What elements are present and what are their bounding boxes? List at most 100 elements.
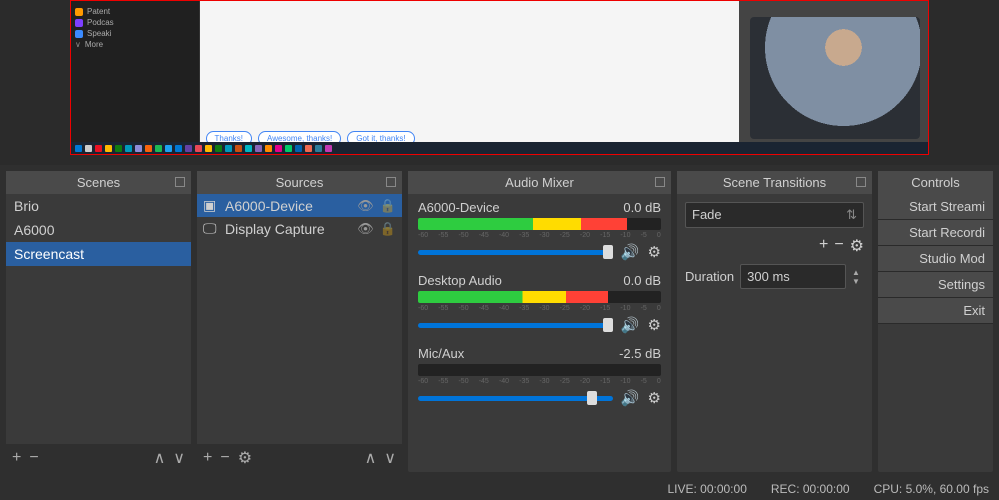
control-button[interactable]: Exit xyxy=(878,298,993,324)
source-settings-button[interactable]: ⚙ xyxy=(238,448,252,468)
duration-spinner[interactable]: ▲▼ xyxy=(852,268,864,286)
mixer-list: A6000-Device0.0 dB -60-55-50-45-40-35-30… xyxy=(408,194,671,472)
taskbar-icon xyxy=(195,145,202,152)
source-item[interactable]: ▣A6000-Device👁🔒 xyxy=(197,194,402,217)
sources-panel: Sources ▣A6000-Device👁🔒🖵Display Capture👁… xyxy=(197,171,402,472)
control-button[interactable]: Settings xyxy=(878,272,993,298)
channel-settings-button[interactable]: ⚙ xyxy=(648,389,661,407)
taskbar-icon xyxy=(175,145,182,152)
taskbar-icon xyxy=(125,145,132,152)
add-source-button[interactable]: + xyxy=(203,449,212,467)
popout-icon[interactable] xyxy=(175,177,185,187)
taskbar-icon xyxy=(235,145,242,152)
scenes-panel: Scenes BrioA6000Screencast + − ∧ ∨ xyxy=(6,171,191,472)
taskbar-icon xyxy=(185,145,192,152)
volume-slider[interactable] xyxy=(418,396,613,401)
scene-item[interactable]: Brio xyxy=(6,194,191,218)
taskbar-icon xyxy=(145,145,152,152)
status-rec: REC: 00:00:00 xyxy=(771,482,850,496)
sources-footer: + − ⚙ ∧ ∨ xyxy=(197,444,402,472)
transition-settings-button[interactable]: ⚙ xyxy=(850,236,864,256)
taskbar-icon xyxy=(225,145,232,152)
controls-header: Controls xyxy=(878,171,993,194)
preview-webcam-pip xyxy=(739,1,928,154)
duration-label: Duration xyxy=(685,269,734,284)
dock-area: Scenes BrioA6000Screencast + − ∧ ∨ Sourc… xyxy=(0,165,999,478)
taskbar-icon xyxy=(275,145,282,152)
lock-toggle[interactable]: 🔒 xyxy=(380,221,396,237)
channel-name: A6000-Device xyxy=(418,200,500,215)
preview-email-pane: Thanks!Awesome, thanks!Got it, thanks! xyxy=(200,1,740,154)
taskbar-icon xyxy=(265,145,272,152)
lock-toggle[interactable]: 🔒 xyxy=(380,198,396,214)
status-bar: LIVE: 00:00:00 REC: 00:00:00 CPU: 5.0%, … xyxy=(0,478,999,500)
status-live: LIVE: 00:00:00 xyxy=(667,482,746,496)
mixer-header: Audio Mixer xyxy=(408,171,671,194)
level-meter xyxy=(418,291,661,303)
channel-settings-button[interactable]: ⚙ xyxy=(648,316,661,334)
popout-icon[interactable] xyxy=(856,177,866,187)
sources-header: Sources xyxy=(197,171,402,194)
mute-button[interactable]: 🔊 xyxy=(621,389,640,407)
taskbar-icon xyxy=(85,145,92,152)
volume-slider[interactable] xyxy=(418,250,613,255)
taskbar-icon xyxy=(95,145,102,152)
scene-item[interactable]: Screencast xyxy=(6,242,191,266)
mixer-channel: Mic/Aux-2.5 dB -60-55-50-45-40-35-30-25-… xyxy=(408,340,671,413)
taskbar-icon xyxy=(155,145,162,152)
control-button[interactable]: Studio Mod xyxy=(878,246,993,272)
control-button[interactable]: Start Recordi xyxy=(878,220,993,246)
taskbar-icon xyxy=(315,145,322,152)
transitions-panel: Scene Transitions Fade⇅ + − ⚙ Duration 3… xyxy=(677,171,872,472)
sidebar-item: Podcas xyxy=(75,18,195,27)
taskbar-icon xyxy=(295,145,302,152)
source-down-button[interactable]: ∨ xyxy=(384,448,396,468)
scenes-list: BrioA6000Screencast xyxy=(6,194,191,444)
sidebar-item: Patent xyxy=(75,7,195,16)
popout-icon[interactable] xyxy=(655,177,665,187)
popout-icon[interactable] xyxy=(386,177,396,187)
taskbar-icon xyxy=(325,145,332,152)
scenes-footer: + − ∧ ∨ xyxy=(6,444,191,472)
preview-area: PatentPodcasSpeaki ∨ More Thanks!Awesome… xyxy=(0,0,999,165)
scene-down-button[interactable]: ∨ xyxy=(173,448,185,468)
source-item[interactable]: 🖵Display Capture👁🔒 xyxy=(197,217,402,240)
add-transition-button[interactable]: + xyxy=(819,236,828,256)
mixer-channel: Desktop Audio0.0 dB -60-55-50-45-40-35-3… xyxy=(408,267,671,340)
taskbar-icon xyxy=(205,145,212,152)
taskbar-icon xyxy=(255,145,262,152)
transition-select[interactable]: Fade⇅ xyxy=(685,202,864,228)
controls-panel: Controls Start StreamiStart RecordiStudi… xyxy=(878,171,993,472)
remove-scene-button[interactable]: − xyxy=(29,449,38,467)
sidebar-item: Speaki xyxy=(75,29,195,38)
channel-db: 0.0 dB xyxy=(623,200,661,215)
scene-item[interactable]: A6000 xyxy=(6,218,191,242)
scene-up-button[interactable]: ∧ xyxy=(154,448,166,468)
duration-input[interactable]: 300 ms xyxy=(740,264,846,289)
mute-button[interactable]: 🔊 xyxy=(621,316,640,334)
visibility-toggle[interactable]: 👁 xyxy=(357,221,374,237)
remove-source-button[interactable]: − xyxy=(220,449,229,467)
mute-button[interactable]: 🔊 xyxy=(621,243,640,261)
add-scene-button[interactable]: + xyxy=(12,449,21,467)
channel-settings-button[interactable]: ⚙ xyxy=(648,243,661,261)
taskbar-icon xyxy=(285,145,292,152)
visibility-toggle[interactable]: 👁 xyxy=(357,198,374,214)
preview-canvas[interactable]: PatentPodcasSpeaki ∨ More Thanks!Awesome… xyxy=(70,0,929,155)
remove-transition-button[interactable]: − xyxy=(834,236,843,256)
display-icon: 🖵 xyxy=(203,220,219,237)
channel-db: 0.0 dB xyxy=(623,273,661,288)
control-button[interactable]: Start Streami xyxy=(878,194,993,220)
volume-slider[interactable] xyxy=(418,323,613,328)
taskbar-icon xyxy=(115,145,122,152)
status-cpu: CPU: 5.0%, 60.00 fps xyxy=(874,482,989,496)
level-meter xyxy=(418,218,661,230)
scenes-header: Scenes xyxy=(6,171,191,194)
taskbar-icon xyxy=(105,145,112,152)
sources-list: ▣A6000-Device👁🔒🖵Display Capture👁🔒 xyxy=(197,194,402,444)
preview-taskbar xyxy=(71,142,928,154)
source-up-button[interactable]: ∧ xyxy=(365,448,377,468)
taskbar-icon xyxy=(135,145,142,152)
channel-db: -2.5 dB xyxy=(619,346,661,361)
channel-name: Desktop Audio xyxy=(418,273,502,288)
